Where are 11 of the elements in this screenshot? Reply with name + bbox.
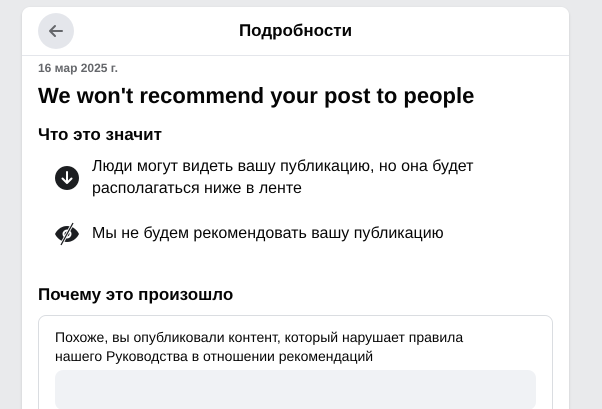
date-label: 16 мар 2025 г. <box>38 60 119 77</box>
back-arrow-icon <box>47 22 65 40</box>
headline: We won't recommend your post to people <box>38 82 476 110</box>
info-text: Люди могут видеть вашу публикацию, но она будет располагаться ниже в ленте <box>92 156 474 198</box>
eye-off-icon <box>54 222 80 246</box>
reason-text: Похоже, вы опубликовали контент, который нарушает правила нашего Руководства в отношении рекомендаций <box>55 328 464 366</box>
section-heading: Что это значит <box>38 124 163 146</box>
back-button[interactable] <box>38 13 74 49</box>
info-text: Мы не будем рекомендовать вашу публикацию <box>92 224 444 244</box>
section-heading: Почему это произошло <box>38 284 234 306</box>
dialog-title: Подробности <box>238 20 352 42</box>
